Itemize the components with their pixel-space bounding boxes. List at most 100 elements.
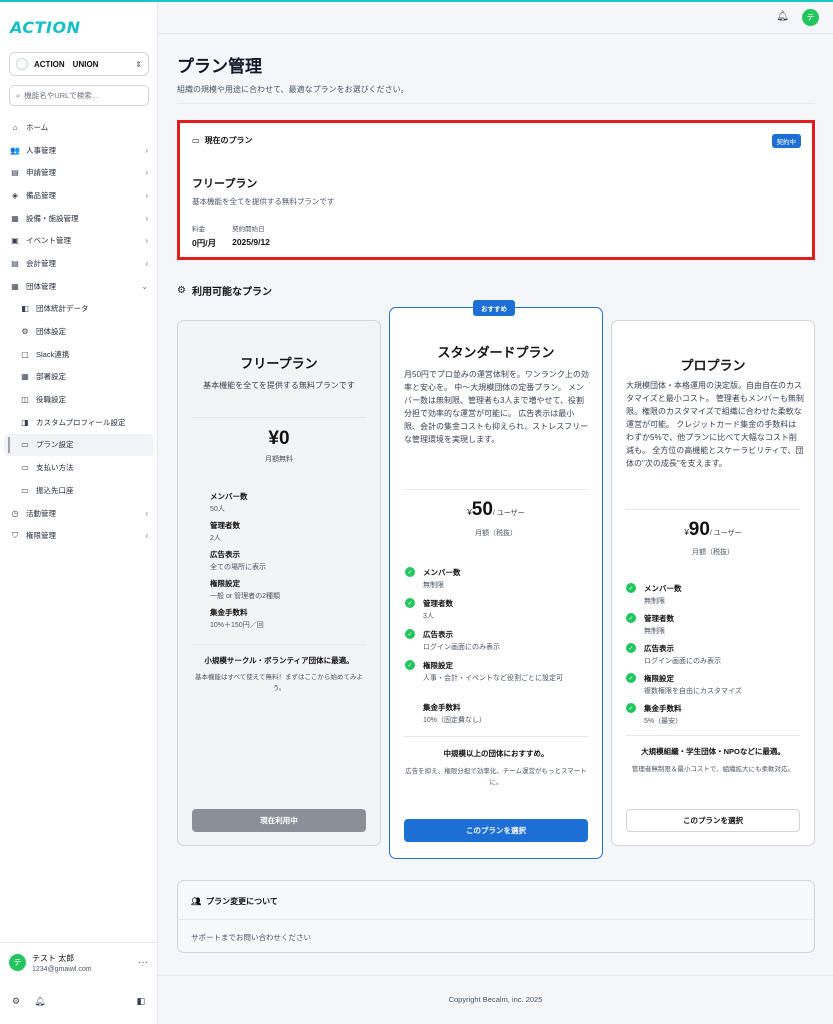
- divider: [404, 489, 588, 490]
- feature-value: ログイン画面にのみ表示: [644, 658, 721, 665]
- app-logo[interactable]: ACTION: [10, 18, 81, 37]
- feature-value: 3人: [423, 613, 434, 620]
- price-value: ¥0: [268, 428, 290, 449]
- plan-desc: 月50円でプロ並みの運営体制を。ワンランク上の効率と安心を。 中〜大規模団体の定…: [404, 370, 589, 444]
- sidebar-item-requests[interactable]: ▤ 申請管理 ›: [4, 161, 154, 184]
- org-name: ACTION UNION: [34, 59, 99, 69]
- gear-icon[interactable]: ⚙: [12, 996, 20, 1007]
- sidebar-item-label: 会計管理: [26, 258, 56, 268]
- current-plan-button[interactable]: 現在利用中: [192, 809, 366, 832]
- user-email: 1234@gmaiwl.com: [32, 965, 92, 973]
- select-pro-plan-button[interactable]: このプランを選択: [626, 809, 800, 832]
- header-avatar[interactable]: テ: [802, 9, 819, 26]
- plan-recommendation: 大規模組織・学生団体・NPOなどに最適。: [641, 747, 785, 756]
- top-header: 🔔︎ テ: [158, 2, 833, 34]
- org-avatar: [16, 58, 28, 70]
- plan-card-pro: プロプラン 大規模団体・本格運用の決定版。自由自在のカスタマイズと最小コスト。 …: [611, 320, 815, 846]
- feature-value: 全ての場所に表示: [210, 564, 266, 571]
- feature-value: 人事・会計・イベントなど役割ごとに設定可: [423, 675, 563, 682]
- gear-icon: ⚙: [21, 327, 29, 337]
- chevron-right-icon: ›: [145, 213, 148, 223]
- select-standard-plan-button[interactable]: このプランを選択: [404, 819, 588, 842]
- feature-label: 集金手数料: [423, 703, 461, 712]
- plan-title: スタンダードプラン: [437, 345, 555, 360]
- sidebar-item-label: 団体設定: [36, 327, 66, 337]
- divider: [178, 919, 814, 920]
- sidebar-subitem-payment-method[interactable]: ▭ 支払い方法: [4, 456, 154, 479]
- sidebar-collapse-icon[interactable]: ◧: [136, 996, 145, 1007]
- sidebar-subitem-org-settings[interactable]: ⚙ 団体設定: [4, 320, 154, 343]
- sidebar-subitem-positions[interactable]: ◫ 役職設定: [4, 388, 154, 411]
- sidebar-subitem-stats[interactable]: ◧ 団体統計データ: [4, 298, 154, 321]
- user-profile[interactable]: テ テスト 太郎 1234@gmaiwl.com ···: [0, 942, 157, 982]
- price-unit: / ユーザー: [492, 510, 525, 517]
- copyright-text: Copyright Becalm, inc. 2025: [448, 995, 543, 1004]
- sidebar-subitem-departments[interactable]: ▦ 部署設定: [4, 366, 154, 389]
- sidebar-item-organization[interactable]: ▦ 団体管理 ⌄: [4, 275, 154, 298]
- plan-change-title: プラン変更について: [206, 897, 278, 906]
- document-icon: ▤: [11, 168, 19, 178]
- sidebar-item-label: 振込先口座: [36, 485, 74, 495]
- feature-item: 集金手数料 10%（固定費なし）: [423, 702, 486, 726]
- sidebar-item-facilities[interactable]: ▦ 設備・施設管理 ›: [4, 207, 154, 230]
- sidebar-item-events[interactable]: ▣ イベント管理 ›: [4, 229, 154, 252]
- feature-item: ✓ メンバー数 無制限: [405, 567, 461, 591]
- sidebar-subitem-bank-account[interactable]: ▭ 振込先口座: [4, 479, 154, 502]
- recommended-badge: おすすめ: [473, 300, 515, 316]
- available-plans-heading: ⚙ 利用可能なプラン: [177, 283, 272, 298]
- bell-icon[interactable]: 🔔︎: [34, 996, 45, 1007]
- user-name: テスト 太郎: [32, 953, 75, 963]
- feature-label: 権限設定: [644, 674, 674, 683]
- feature-value: 50人: [210, 506, 225, 513]
- plan-card-standard: おすすめ スタンダードプラン 月50円でプロ並みの運営体制を。ワンランク上の効率…: [389, 300, 603, 859]
- sidebar: ACTION ACTION UNION ⇕ ⌕ 機能名やURLで検索... ⌂ ホ…: [0, 2, 158, 1024]
- calculator-icon: ▤: [11, 258, 19, 268]
- feature-item: ✓ メンバー数 無制限: [626, 583, 682, 607]
- credit-card-icon: ▭: [21, 440, 29, 450]
- chevron-right-icon: ›: [145, 531, 148, 541]
- sidebar-item-activities[interactable]: ◷ 活動管理 ›: [4, 502, 154, 525]
- more-icon[interactable]: ···: [138, 957, 148, 968]
- chevron-right-icon: ›: [145, 508, 148, 518]
- sidebar-item-label: 人事管理: [26, 145, 56, 155]
- org-selector[interactable]: ACTION UNION ⇕: [9, 52, 149, 76]
- current-plan-card: ▭ 現在のプラン 契約中 フリープラン 基本機能を全てを提供する無料プランです …: [177, 120, 815, 260]
- feature-value: 無制限: [644, 628, 665, 635]
- sidebar-item-equipment[interactable]: ◈ 備品管理 ›: [4, 184, 154, 207]
- feature-item: ✓ 広告表示 ログイン画面にのみ表示: [626, 643, 721, 667]
- check-icon: ✓: [405, 598, 415, 608]
- sidebar-item-hr[interactable]: 👥 人事管理 ›: [4, 139, 154, 162]
- feature-item: メンバー数 50人: [210, 491, 248, 515]
- current-plan-name: フリープラン: [192, 178, 258, 190]
- notification-bell-icon[interactable]: 🔔︎: [776, 11, 789, 22]
- profile-file-icon: ◨: [21, 417, 29, 427]
- sidebar-subitem-custom-profile[interactable]: ◨ カスタムプロフィール設定: [4, 411, 154, 434]
- feature-label: 権限設定: [210, 579, 240, 588]
- search-placeholder: 機能名やURLで検索...: [24, 91, 98, 100]
- plan-card-free: フリープラン 基本機能を全てを提供する無料プランです ¥0 月額無料 メンバー数…: [177, 320, 381, 846]
- feature-item: ✓ 集金手数料 5%（最安）: [626, 703, 682, 727]
- sidebar-item-home[interactable]: ⌂ ホーム: [4, 116, 154, 139]
- sidebar-item-label: 団体統計データ: [36, 304, 89, 314]
- plan-change-heading: 👥︎ プラン変更について: [191, 896, 278, 907]
- feature-value: 複数権限を自由にカスタマイズ: [644, 688, 742, 695]
- organization-icon: ▦: [11, 281, 19, 291]
- sidebar-nav: ⌂ ホーム 👥 人事管理 › ▤ 申請管理 › ◈ 備品管理 › ▦ 設備・施設管理 › ▣ イベン…: [4, 116, 154, 547]
- price-value: 90: [688, 519, 710, 540]
- chart-icon: ◧: [21, 304, 29, 314]
- card-icon: ▭: [21, 463, 29, 473]
- sidebar-footer: ⚙ 🔔︎ ◧: [0, 987, 157, 1015]
- sidebar-item-accounting[interactable]: ▤ 会計管理 ›: [4, 252, 154, 275]
- clock-icon: ◷: [11, 508, 19, 518]
- feature-label: メンバー数: [423, 568, 461, 577]
- sidebar-item-label: 団体管理: [26, 281, 56, 291]
- feature-label: 管理者数: [423, 599, 453, 608]
- users-icon: 👥︎: [191, 897, 202, 906]
- sidebar-subitem-plan-settings[interactable]: ▭ プラン設定: [4, 433, 154, 457]
- sidebar-subitem-slack[interactable]: ▢ Slack連携: [4, 343, 154, 366]
- sidebar-item-permissions[interactable]: ⛉ 権限管理 ›: [4, 524, 154, 547]
- sidebar-item-label: プラン設定: [36, 440, 74, 450]
- feature-label: 広告表示: [644, 644, 674, 653]
- divider: [192, 644, 366, 645]
- search-input[interactable]: ⌕ 機能名やURLで検索...: [9, 85, 149, 106]
